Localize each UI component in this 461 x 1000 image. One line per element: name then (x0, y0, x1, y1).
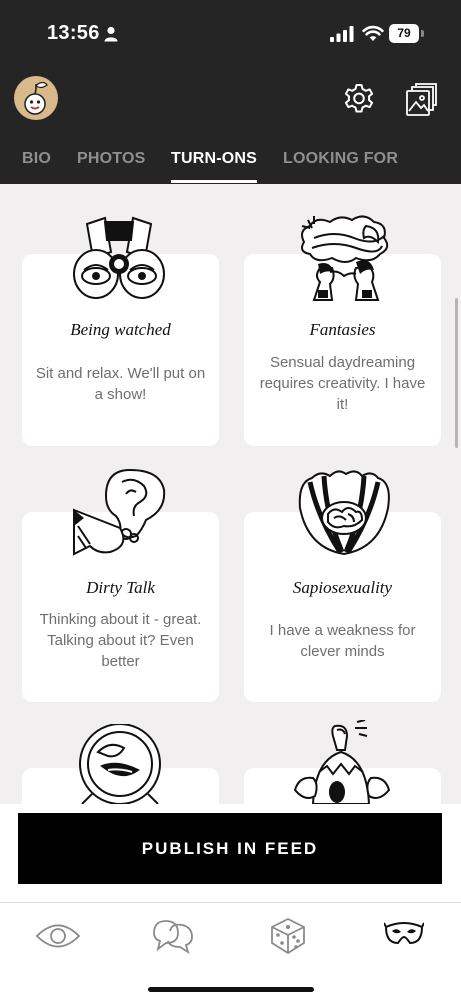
mask-icon[interactable] (383, 921, 425, 954)
card-title: Being watched (70, 320, 171, 339)
turn-ons-grid[interactable]: Being watched Sit and relax. We'll put o… (0, 184, 461, 804)
tab-bio[interactable]: BIO (22, 150, 51, 168)
gear-icon[interactable] (341, 82, 377, 123)
card-title: Dirty Talk (86, 578, 155, 597)
binoculars-illustration (71, 212, 167, 309)
tab-photos[interactable]: PHOTOS (77, 150, 145, 168)
person-icon (104, 26, 118, 47)
publish-in-feed-button[interactable]: PUBLISH IN FEED (18, 813, 442, 884)
tab-looking-for[interactable]: LOOKING FOR (283, 150, 398, 168)
card-description: I have a weakness for clever minds (269, 622, 416, 660)
card-description: Thinking about it - great. Talking about… (39, 611, 202, 670)
scrollbar[interactable] (455, 298, 458, 448)
gallery-icon[interactable] (405, 83, 437, 122)
wifi-icon (362, 25, 384, 47)
bottom-navigation (0, 902, 461, 1000)
status-bar: 13:56 79 (0, 0, 461, 68)
dreaming-couple-illustration (294, 212, 394, 309)
home-indicator (148, 987, 314, 992)
status-time: 13:56 (47, 22, 100, 44)
eye-icon[interactable] (35, 921, 81, 956)
profile-tabs: BIO PHOTOS TURN-ONS LOOKING FOR (0, 150, 461, 184)
avatar[interactable] (14, 76, 58, 120)
card-description: Sit and relax. We'll put on a show! (35, 365, 206, 403)
card-description: Sensual daydreaming requires creativity.… (259, 354, 426, 413)
app-header: 13:56 79 BIO PHOTOS TURN-ONS LOOKING FOR (0, 0, 461, 184)
battery-tip (421, 30, 424, 37)
tab-turn-ons[interactable]: TURN-ONS (171, 150, 257, 168)
dice-icon[interactable] (268, 915, 308, 960)
active-tab-indicator (171, 180, 257, 183)
card-title: Fantasies (309, 320, 376, 339)
card-title: Sapiosexuality (292, 578, 393, 597)
publish-area: PUBLISH IN FEED (0, 804, 461, 902)
chat-bubbles-icon[interactable] (150, 917, 196, 960)
signal-icon (330, 26, 354, 47)
egg-figure-illustration (293, 719, 393, 804)
ear-illustration (70, 466, 170, 565)
brain-shell-illustration (296, 468, 392, 563)
battery-icon: 79 (389, 24, 419, 43)
mouth-mirror-illustration (72, 723, 168, 804)
